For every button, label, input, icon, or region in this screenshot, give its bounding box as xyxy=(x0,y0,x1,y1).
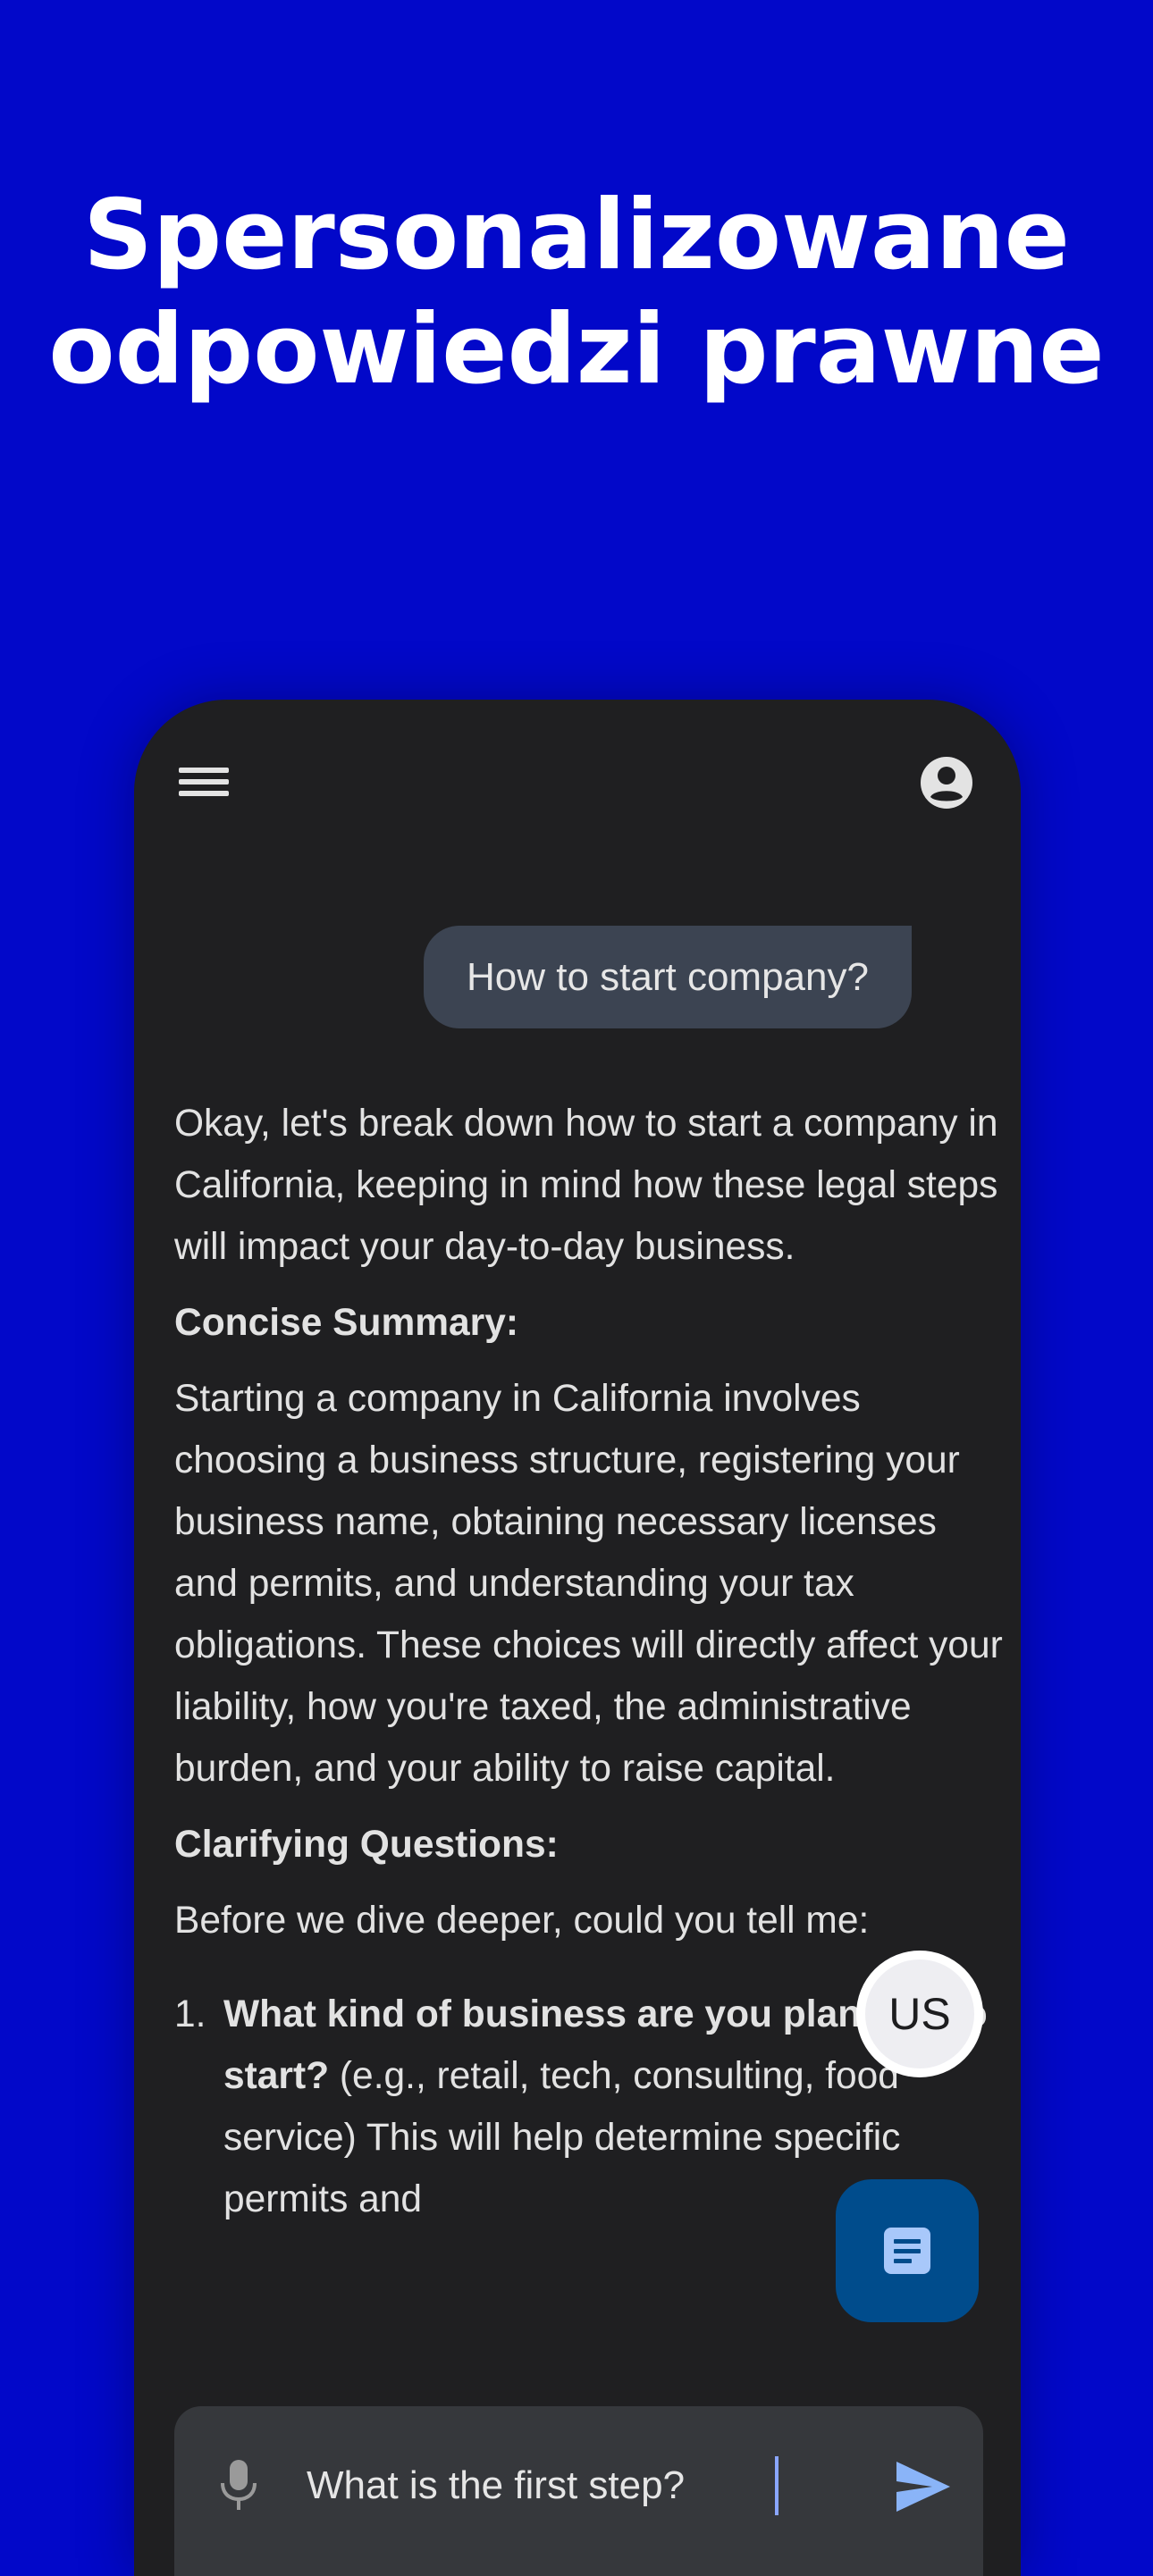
document-icon xyxy=(884,2228,930,2274)
chat-input[interactable] xyxy=(307,2446,807,2526)
app-screen: How to start company? Okay, let's break … xyxy=(134,700,1021,2576)
mic-icon[interactable] xyxy=(217,2458,260,2512)
country-button[interactable]: US xyxy=(856,1951,983,2077)
summary-heading: Concise Summary: xyxy=(174,1302,518,1344)
send-icon[interactable] xyxy=(895,2460,952,2513)
response-intro: Okay, let's break down how to start a co… xyxy=(174,1103,998,1268)
summary-text: Starting a company in California involve… xyxy=(174,1378,1003,1790)
text-caret xyxy=(775,2456,778,2515)
documents-button[interactable] xyxy=(836,2179,979,2322)
questions-heading: Clarifying Questions: xyxy=(174,1824,559,1866)
scroll-fade xyxy=(134,2321,1021,2406)
account-circle-icon[interactable] xyxy=(919,755,974,810)
headline: Spersonalizowane odpowiedzi prawne xyxy=(48,180,1105,406)
chat-input-bar xyxy=(174,2406,983,2576)
menu-icon[interactable] xyxy=(179,762,229,801)
user-message-bubble: How to start company? xyxy=(424,926,912,1028)
question-number: 1. xyxy=(174,1993,206,2035)
questions-intro: Before we dive deeper, could you tell me… xyxy=(174,1900,870,1942)
